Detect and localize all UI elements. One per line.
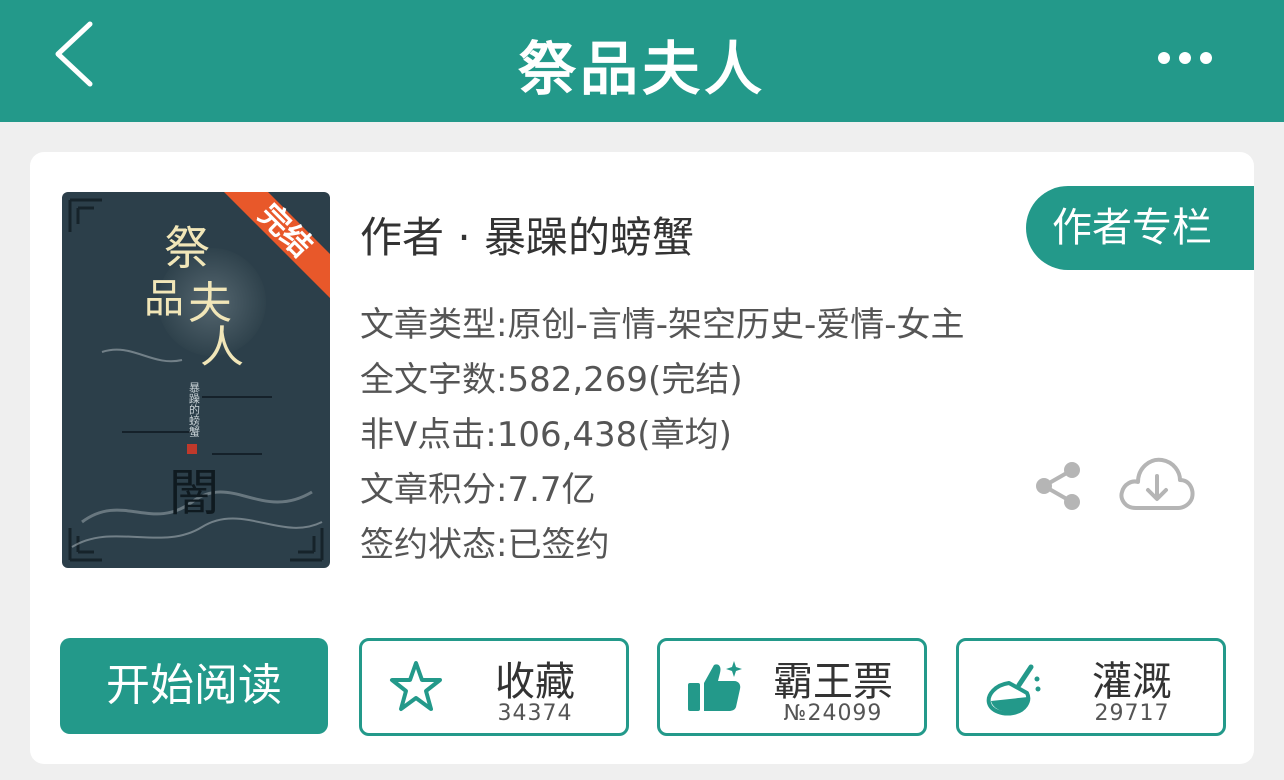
page-title: 祭品夫人	[517, 35, 766, 103]
share-button[interactable]	[1030, 458, 1086, 514]
bawang-count: №24099	[783, 701, 883, 726]
cover-seal: 闇	[169, 464, 219, 522]
bawang-label: 霸王票	[773, 659, 893, 705]
cover-title-char-2: 品	[144, 276, 184, 322]
favorite-count: 34374	[497, 701, 573, 726]
meta-clicks: 非Ⅴ点击:106,438(章均)	[360, 415, 732, 455]
top-bar: 祭品夫人	[0, 0, 1284, 122]
download-button[interactable]	[1118, 452, 1196, 518]
thumbs-up-icon	[688, 661, 742, 711]
start-reading-button[interactable]: 开始阅读	[60, 638, 328, 734]
book-meta: 文章类型:原创-言情-架空历史-爱情-女主 全文字数:582,269(完结) 非…	[360, 298, 965, 573]
author-column-button[interactable]: 作者专栏	[1026, 186, 1254, 270]
cover-title-char-1: 祭	[164, 221, 210, 275]
nutrient-label: 灌溉	[1092, 659, 1172, 705]
star-icon	[390, 661, 442, 711]
meta-type: 文章类型:原创-言情-架空历史-爱情-女主	[360, 305, 965, 345]
meta-word-count: 全文字数:582,269(完结)	[360, 360, 743, 400]
book-info-card: 完结 祭 品 夫 人 暴躁的螃蟹 闇 作者 · 暴躁的螃蟹 作者专栏 文章类型:…	[30, 152, 1254, 764]
nutrient-count: 29717	[1094, 701, 1170, 726]
meta-score: 文章积分:7.7亿	[360, 470, 596, 510]
more-button[interactable]	[1150, 38, 1220, 78]
cover-title-char-4: 人	[200, 322, 244, 373]
book-cover[interactable]: 完结 祭 品 夫 人 暴躁的螃蟹 闇	[62, 192, 330, 568]
cloud-download-icon	[1119, 457, 1195, 510]
flask-icon	[986, 664, 1041, 716]
favorite-button[interactable]: 收藏 34374	[359, 638, 629, 736]
favorite-label: 收藏	[495, 659, 575, 705]
nutrient-button[interactable]: 灌溉 29717	[956, 638, 1226, 736]
meta-sign-status: 签约状态:已签约	[360, 525, 610, 565]
cover-author-small: 暴躁的螃蟹	[188, 382, 201, 438]
more-dots-icon	[1158, 52, 1212, 64]
bawang-ticket-button[interactable]: 霸王票 №24099	[657, 638, 927, 736]
author-line[interactable]: 作者 · 暴躁的螃蟹	[360, 204, 694, 265]
share-icon	[1036, 462, 1080, 510]
